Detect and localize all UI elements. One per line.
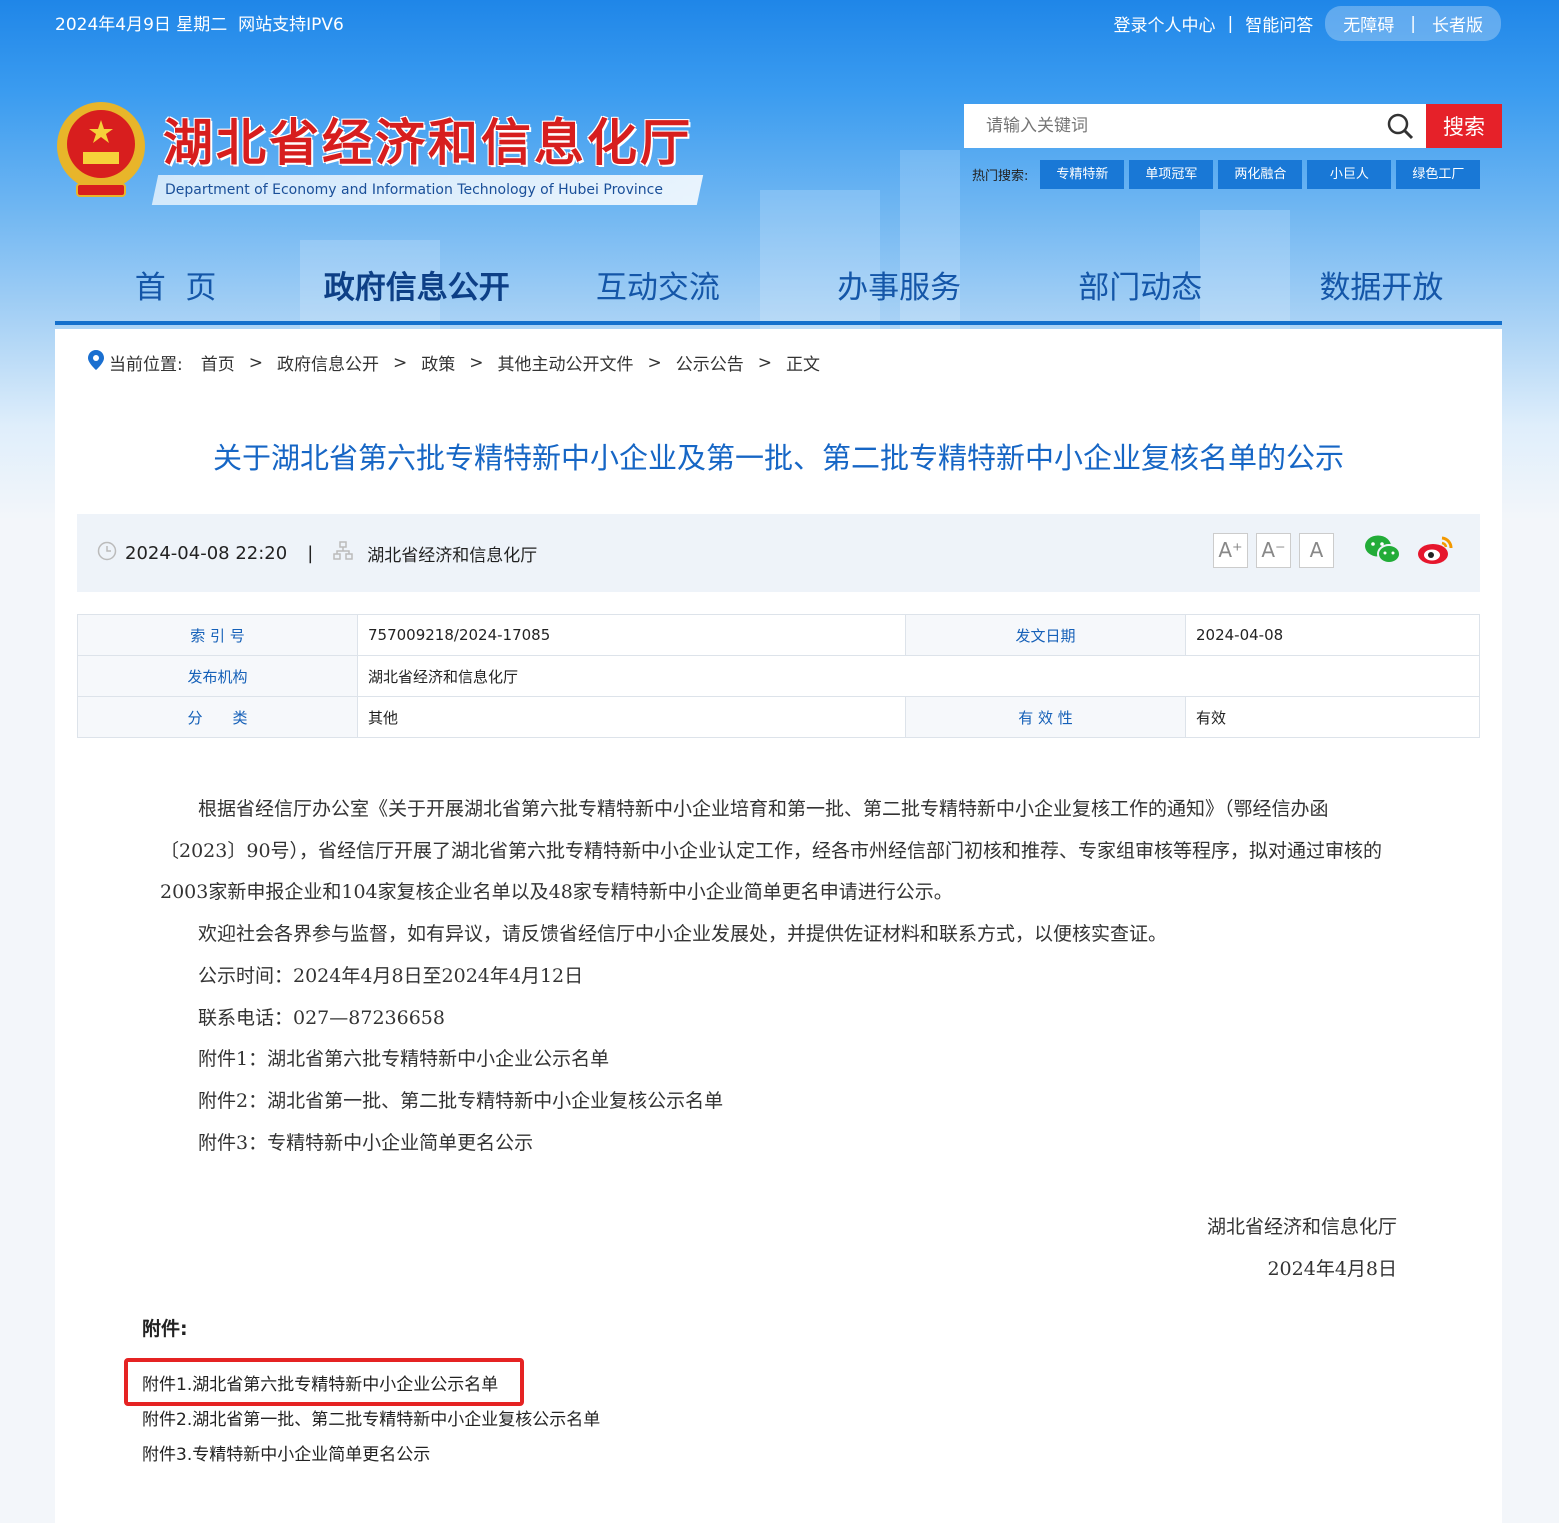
clock-icon xyxy=(97,541,117,565)
font-smaller-button[interactable]: A⁻ xyxy=(1256,533,1291,568)
category-value: 其他 xyxy=(357,696,906,738)
table-row: 分 类 其他 有 效 性 有效 xyxy=(77,696,1480,738)
site-title[interactable]: 湖北省经济和信息化厅 xyxy=(163,103,693,175)
accessibility-pill: 无障碍 | 长者版 xyxy=(1325,6,1501,41)
org-icon xyxy=(333,541,354,565)
accessible-link[interactable]: 无障碍 xyxy=(1343,11,1394,36)
site-subtitle: Department of Economy and Information Te… xyxy=(151,175,704,205)
search-input[interactable] xyxy=(986,116,1366,136)
top-links: 登录个人中心 | 智能问答 无障碍 | 长者版 xyxy=(1114,6,1501,41)
body-paragraph: 欢迎社会各界参与监督，如有异议，请反馈省经信厅中小企业发展处，并提供佐证材料和联… xyxy=(198,923,1168,946)
highlight-box xyxy=(124,1358,524,1406)
article-source: 湖北省经济和信息化厅 xyxy=(367,545,538,566)
breadcrumb: 当前位置: 首页 > 政府信息公开 > 政策 > 其他主动公开文件 > 公示公告… xyxy=(87,349,820,376)
signature-org: 湖北省经济和信息化厅 xyxy=(1206,1216,1397,1238)
nav-home[interactable]: 首 页 xyxy=(55,255,296,321)
article-meta: 2024-04-08 22:20 | 湖北省经济和信息化厅 A⁺ A⁻ A xyxy=(77,514,1480,592)
article-body: 根据省经信厅办公室《关于开展湖北省第六批专精特新中小企业培育和第一批、第二批专精… xyxy=(160,789,1400,1164)
hot-search: 热门搜索: 专精特新 单项冠军 两化融合 小巨人 绿色工厂 xyxy=(972,160,1485,189)
location-pin-icon xyxy=(87,349,105,376)
body-paragraph: 附件2：湖北省第一批、第二批专精特新中小企业复核公示名单 xyxy=(198,1089,724,1112)
hot-tag[interactable]: 小巨人 xyxy=(1307,160,1392,189)
category-label: 分 类 xyxy=(77,696,358,738)
main-content: 当前位置: 首页 > 政府信息公开 > 政策 > 其他主动公开文件 > 公示公告… xyxy=(55,329,1502,1523)
breadcrumb-gov-info[interactable]: 政府信息公开 xyxy=(277,350,379,375)
share-buttons xyxy=(1350,534,1454,570)
top-date: 2024年4月9日 星期二 网站支持IPV6 xyxy=(55,15,344,35)
weibo-icon[interactable] xyxy=(1416,534,1454,570)
breadcrumb-home[interactable]: 首页 xyxy=(201,350,235,375)
search-button[interactable]: 搜索 xyxy=(1426,104,1502,148)
hot-tag[interactable]: 单项冠军 xyxy=(1129,160,1214,189)
index-value: 757009218/2024-17085 xyxy=(357,614,906,656)
smart-qa-link[interactable]: 智能问答 xyxy=(1245,11,1313,36)
signature: 湖北省经济和信息化厅 2024年4月8日 xyxy=(1207,1206,1397,1290)
attachment-link-2[interactable]: 附件2.湖北省第一批、第二批专精特新中小企业复核公示名单 xyxy=(142,1404,600,1439)
document-info-table: 索 引 号 757009218/2024-17085 发文日期 2024-04-… xyxy=(77,614,1480,738)
nav-gov-info[interactable]: 政府信息公开 xyxy=(296,255,537,321)
breadcrumb-other-files[interactable]: 其他主动公开文件 xyxy=(497,350,633,375)
table-row: 索 引 号 757009218/2024-17085 发文日期 2024-04-… xyxy=(77,614,1480,656)
search-icon[interactable] xyxy=(1386,112,1414,144)
top-bar: 2024年4月9日 星期二 网站支持IPV6 登录个人中心 | 智能问答 无障碍… xyxy=(0,0,1559,46)
index-label: 索 引 号 xyxy=(77,614,358,656)
publish-datetime: 2024-04-08 22:20 xyxy=(125,542,288,564)
font-size-controls: A⁺ A⁻ A xyxy=(1205,533,1334,568)
nav-services[interactable]: 办事服务 xyxy=(779,255,1020,321)
validity-label: 有 效 性 xyxy=(905,696,1186,738)
wechat-icon[interactable] xyxy=(1364,534,1402,570)
breadcrumb-current: 正文 xyxy=(785,355,820,375)
nav-news[interactable]: 部门动态 xyxy=(1020,255,1261,321)
breadcrumb-announcements[interactable]: 公示公告 xyxy=(676,350,744,375)
hot-search-label: 热门搜索: xyxy=(972,169,1029,184)
breadcrumb-label: 当前位置: xyxy=(109,355,183,375)
date-label: 发文日期 xyxy=(905,614,1186,656)
attachments-heading: 附件: xyxy=(142,1318,188,1340)
font-default-button[interactable]: A xyxy=(1299,533,1334,568)
hot-tag[interactable]: 专精特新 xyxy=(1040,160,1125,189)
main-nav: 首 页 政府信息公开 互动交流 办事服务 部门动态 数据开放 xyxy=(55,255,1502,325)
body-paragraph: 根据省经信厅办公室《关于开展湖北省第六批专精特新中小企业培育和第一批、第二批专精… xyxy=(160,798,1383,904)
search-bar: 搜索 xyxy=(964,104,1502,148)
attachment-link-3[interactable]: 附件3.专精特新中小企业简单更名公示 xyxy=(142,1439,600,1474)
font-larger-button[interactable]: A⁺ xyxy=(1213,533,1248,568)
nav-open-data[interactable]: 数据开放 xyxy=(1261,255,1502,321)
validity-value: 有效 xyxy=(1185,696,1480,738)
org-label: 发布机构 xyxy=(77,655,358,697)
body-paragraph: 附件3：专精特新中小企业简单更名公示 xyxy=(198,1131,534,1154)
login-link[interactable]: 登录个人中心 xyxy=(1114,11,1216,36)
signature-date: 2024年4月8日 xyxy=(1267,1258,1397,1280)
body-paragraph: 公示时间：2024年4月8日至2024年4月12日 xyxy=(198,964,584,987)
breadcrumb-policy[interactable]: 政策 xyxy=(421,350,455,375)
body-paragraph: 附件1：湖北省第六批专精特新中小企业公示名单 xyxy=(198,1048,610,1071)
national-emblem-logo[interactable] xyxy=(55,100,145,200)
ipv6-label: 网站支持IPV6 xyxy=(238,15,344,35)
elder-mode-link[interactable]: 长者版 xyxy=(1432,11,1483,36)
org-value: 湖北省经济和信息化厅 xyxy=(357,655,1480,697)
body-paragraph: 联系电话：027—87236658 xyxy=(198,1006,445,1029)
article-title: 关于湖北省第六批专精特新中小企业及第一批、第二批专精特新中小企业复核名单的公示 xyxy=(212,441,1344,475)
nav-interaction[interactable]: 互动交流 xyxy=(537,255,778,321)
hot-tag[interactable]: 绿色工厂 xyxy=(1396,160,1481,189)
search-box xyxy=(964,104,1426,148)
table-row: 发布机构 湖北省经济和信息化厅 xyxy=(77,655,1480,697)
date-value: 2024-04-08 xyxy=(1185,614,1480,656)
hot-tag[interactable]: 两化融合 xyxy=(1218,160,1303,189)
